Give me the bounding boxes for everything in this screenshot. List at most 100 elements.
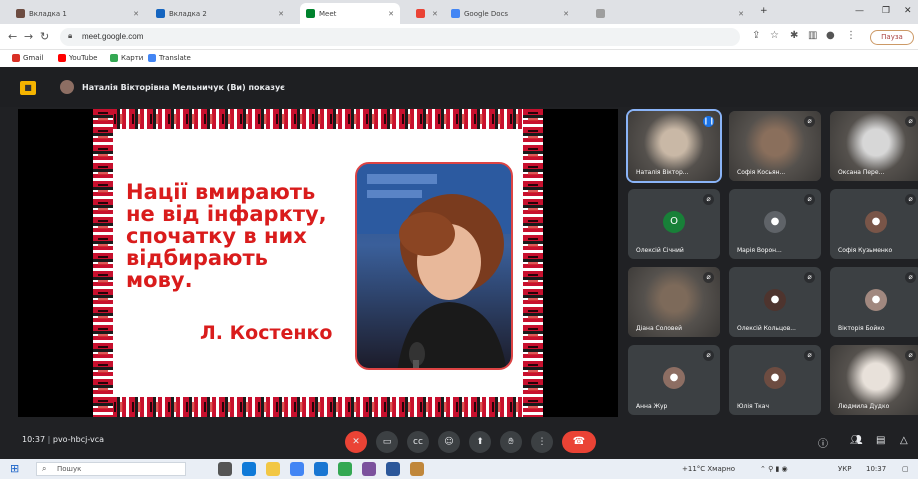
- camera-button[interactable]: ▭: [376, 431, 398, 453]
- browser-tab[interactable]: ✕: [410, 3, 440, 24]
- taskbar-explorer-icon[interactable]: [266, 462, 280, 476]
- participant-tile[interactable]: ⌀ Софія Косьян...: [729, 111, 821, 181]
- mic-button[interactable]: ✕: [345, 431, 367, 453]
- menu-kebab-icon[interactable]: ⋮: [846, 30, 856, 41]
- participant-tile[interactable]: ● ⌀ Олексій Кольцов...: [729, 267, 821, 337]
- tab-close-icon[interactable]: ✕: [275, 10, 284, 18]
- extension-icon[interactable]: ✱: [790, 30, 798, 41]
- participant-name: Софія Кузьменко: [838, 247, 893, 254]
- participant-tile[interactable]: ● ⌀ Анна Жур: [628, 345, 720, 415]
- participant-tile[interactable]: O ⌀ Олексій Січний: [628, 189, 720, 259]
- browser-tab[interactable]: Google Docs ✕: [445, 3, 575, 24]
- search-icon: ⌕: [42, 464, 47, 473]
- taskbar-chrome-icon[interactable]: [338, 462, 352, 476]
- ornament-border-top: [93, 109, 543, 129]
- new-tab-icon[interactable]: +: [760, 6, 768, 16]
- taskbar-task-view-icon[interactable]: [218, 462, 232, 476]
- participant-name: Наталія Віктор...: [636, 169, 689, 176]
- tab-close-icon[interactable]: ✕: [130, 10, 139, 18]
- browser-tab[interactable]: ✕: [590, 3, 750, 24]
- present-button[interactable]: ⬆: [469, 431, 491, 453]
- mic-muted-icon: ⌀: [703, 272, 714, 283]
- participant-name: Анна Жур: [636, 403, 668, 410]
- profile-avatar-icon[interactable]: ●: [826, 30, 835, 41]
- tab-close-icon[interactable]: ✕: [429, 10, 438, 18]
- bookmark-item[interactable]: Карти: [110, 54, 143, 62]
- leave-call-button[interactable]: ☎: [562, 431, 596, 453]
- tab-close-icon[interactable]: ✕: [735, 10, 744, 18]
- sidepanel-icon[interactable]: ▥: [808, 30, 817, 41]
- tab-favicon-icon: [306, 9, 315, 18]
- bookmark-label: YouTube: [69, 54, 98, 62]
- taskbar-clock[interactable]: 10:37: [866, 465, 886, 473]
- clock-time: 10:37: [22, 435, 46, 444]
- participant-name: Діана Соловей: [636, 325, 683, 332]
- taskbar-word-icon[interactable]: [386, 462, 400, 476]
- info-icon[interactable]: ⓘ: [818, 435, 828, 450]
- bookmark-item[interactable]: YouTube: [58, 54, 97, 62]
- participant-name: Юлія Ткач: [737, 403, 770, 410]
- minimize-icon[interactable]: —: [855, 6, 864, 16]
- participant-tile[interactable]: ❙❙ Наталія Віктор...: [626, 109, 722, 183]
- chat-icon[interactable]: ▤: [876, 435, 885, 446]
- quote-line: мову.: [126, 268, 193, 292]
- raise-hand-button[interactable]: ✋︎: [500, 431, 522, 453]
- participant-avatar: ●: [764, 289, 786, 311]
- participant-tile[interactable]: ● ⌀ Вікторія Бойко: [830, 267, 918, 337]
- participant-name: Марія Ворон...: [737, 247, 782, 254]
- mic-muted-icon: ⌀: [804, 272, 815, 283]
- bookmark-star-icon[interactable]: ☆: [770, 30, 779, 41]
- windows-start-icon[interactable]: ⊞: [10, 463, 22, 475]
- participant-tile[interactable]: ⌀ Діана Соловей: [628, 267, 720, 337]
- taskbar-app-icon[interactable]: [410, 462, 424, 476]
- hand-icon: ✋︎: [508, 437, 514, 447]
- phone-hangup-icon: ☎: [572, 436, 586, 447]
- taskbar-mail-icon[interactable]: [314, 462, 328, 476]
- browser-tab[interactable]: Meet ✕: [300, 3, 400, 24]
- mic-muted-icon: ⌀: [804, 194, 815, 205]
- restore-icon[interactable]: ❐: [882, 6, 890, 16]
- forward-icon[interactable]: →: [24, 30, 33, 43]
- more-options-button[interactable]: ⋮: [531, 431, 553, 453]
- browser-tab[interactable]: Вкладка 1 ✕: [10, 3, 145, 24]
- reload-icon[interactable]: ↻: [40, 30, 49, 43]
- presenter-label: Наталія Вікторівна Мельничук (Ви) показу…: [82, 82, 285, 92]
- participant-tile[interactable]: ● ⌀ Юлія Ткач: [729, 345, 821, 415]
- tab-close-icon[interactable]: ✕: [385, 10, 394, 18]
- more-vert-icon: ⋮: [537, 437, 547, 447]
- browser-tab[interactable]: Вкладка 2 ✕: [150, 3, 290, 24]
- taskbar-viber-icon[interactable]: [362, 462, 376, 476]
- back-icon[interactable]: ←: [8, 30, 17, 43]
- taskbar-search[interactable]: ⌕ Пошук: [36, 462, 186, 476]
- close-window-icon[interactable]: ✕: [904, 6, 912, 16]
- participant-tile[interactable]: ● ⌀ Софія Кузьменко: [830, 189, 918, 259]
- presenter-banner: Наталія Вікторівна Мельничук (Ви) показу…: [60, 80, 285, 94]
- mic-muted-icon: ⌀: [804, 350, 815, 361]
- participant-tile[interactable]: ⌀ Оксана Пере...: [830, 111, 918, 181]
- ornament-border-left: [93, 109, 113, 417]
- mic-muted-icon: ⌀: [905, 194, 916, 205]
- weather-text[interactable]: +11°C Хмарно: [682, 465, 735, 473]
- taskbar-store-icon[interactable]: [290, 462, 304, 476]
- bookmark-label: Gmail: [23, 54, 44, 62]
- participant-avatar: ●: [764, 211, 786, 233]
- tab-title: Google Docs: [464, 9, 509, 18]
- notifications-icon[interactable]: ▢: [902, 465, 909, 473]
- participant-tile[interactable]: ⌀ Людмила Дудко: [830, 345, 918, 415]
- tab-close-icon[interactable]: ✕: [560, 10, 569, 18]
- bookmark-item[interactable]: Gmail: [12, 54, 43, 62]
- language-indicator[interactable]: УКР: [838, 465, 851, 473]
- pause-button[interactable]: Пауза: [870, 30, 914, 45]
- bookmark-item[interactable]: Translate: [148, 54, 191, 62]
- share-icon[interactable]: ⇪: [752, 30, 760, 41]
- tray-icons[interactable]: ⌃ ⚲ ▮ ◉: [760, 465, 788, 473]
- emoji-button[interactable]: ☺: [438, 431, 460, 453]
- taskbar-edge-icon[interactable]: [242, 462, 256, 476]
- people-icon[interactable]: 👥︎: [850, 435, 863, 446]
- participant-tile[interactable]: ● ⌀ Марія Ворон...: [729, 189, 821, 259]
- url-field[interactable]: 🔒︎ meet.google.com: [60, 28, 740, 46]
- activities-icon[interactable]: △: [900, 435, 908, 446]
- meet-window: ■ Наталія Вікторівна Мельничук (Ви) пока…: [0, 67, 918, 459]
- mic-muted-icon: ⌀: [905, 116, 916, 127]
- captions-button[interactable]: cc: [407, 431, 429, 453]
